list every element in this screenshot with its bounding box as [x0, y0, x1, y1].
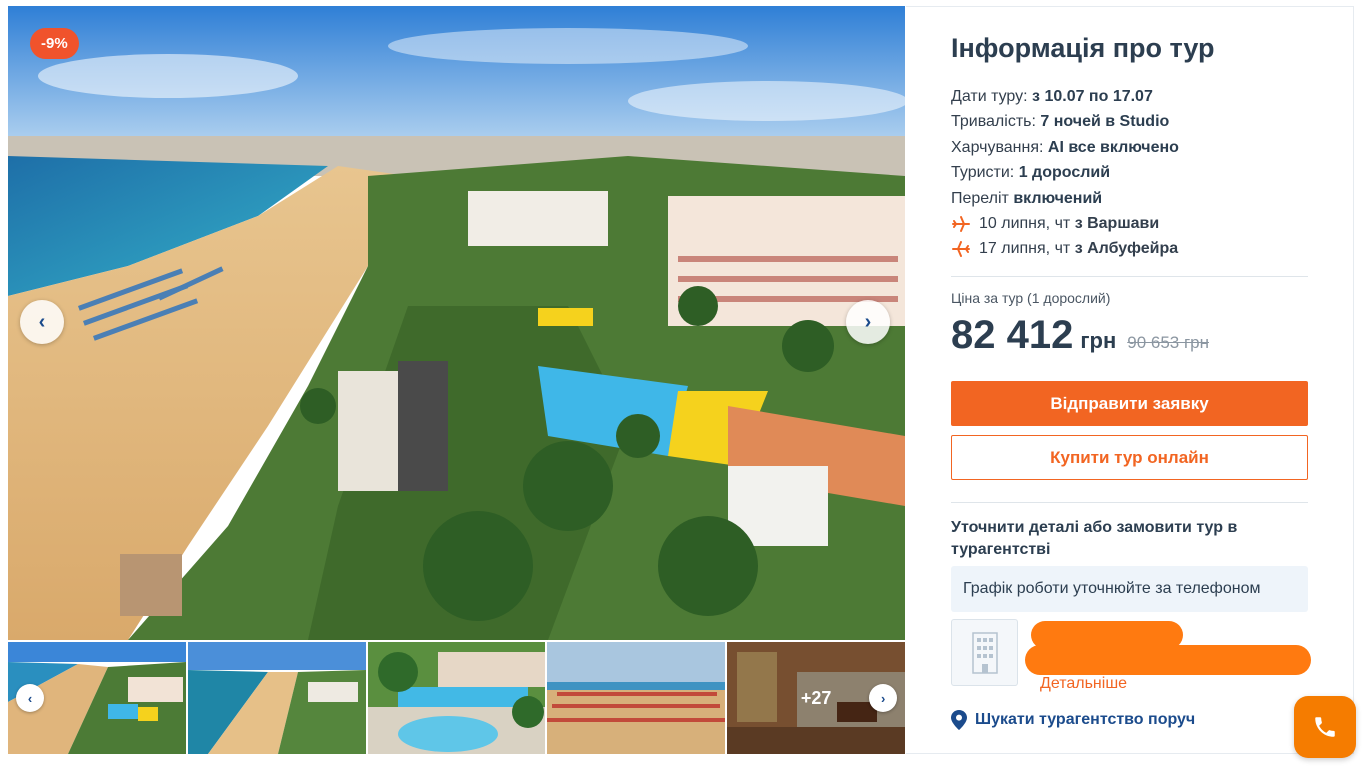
tour-facts: Дати туру: з 10.07 по 17.07 Тривалість: … [951, 84, 1308, 262]
thumbs-next-button[interactable]: › [869, 684, 898, 712]
call-button[interactable] [1294, 696, 1356, 758]
phone-icon [1315, 717, 1335, 737]
find-nearby-label: Шукати турагентство поруч [975, 711, 1196, 728]
discount-badge: -9% [30, 28, 79, 59]
price-old: 90 653 грн [1127, 333, 1209, 352]
buy-online-button[interactable]: Купити тур онлайн [951, 435, 1308, 480]
fact-label: Тривалість: [951, 113, 1036, 131]
fact-value: AI все включено [1047, 138, 1179, 156]
price-value: 82 412 [951, 313, 1074, 357]
agency-details-link[interactable]: Детальніше [1040, 675, 1127, 693]
send-request-button[interactable]: Відправити заявку [951, 381, 1308, 426]
thumbnail-more[interactable]: +27 › [727, 642, 905, 754]
agency-prompt: Уточнити деталі або замовити тур в тураг… [951, 519, 1238, 558]
price-currency: грн [1080, 328, 1117, 353]
price-caption: Ціна за тур (1 дорослий) [951, 290, 1111, 306]
divider [951, 502, 1308, 503]
chevron-left-icon: ‹ [27, 690, 33, 706]
agency-logo [951, 619, 1018, 686]
plane-departure-icon [952, 215, 970, 232]
flight-origin: з Варшави [1074, 215, 1160, 233]
flight-outbound: 10 липня, чт з Варшави [951, 211, 1308, 236]
chevron-right-icon: › [881, 690, 886, 706]
tour-info-panel: Інформація про тур Дати туру: з 10.07 по… [906, 6, 1354, 754]
fact-label: Переліт [951, 189, 1009, 207]
fact-tourists: Туристи: 1 дорослий [951, 160, 1308, 185]
flight-date: 10 липня, чт [979, 215, 1071, 233]
thumbnail-image [547, 642, 726, 754]
divider [951, 276, 1308, 277]
fact-value: 1 дорослий [1018, 164, 1111, 182]
fact-value: 7 ночей в Studio [1040, 113, 1170, 131]
hotel-photo [8, 6, 905, 640]
plane-return-icon [952, 241, 970, 258]
chevron-right-icon: › [864, 310, 872, 333]
fact-value: включений [1013, 189, 1103, 207]
thumbnail[interactable] [367, 642, 546, 754]
fact-value: з 10.07 по 17.07 [1032, 88, 1153, 105]
fact-label: Дати туру: [951, 88, 1028, 105]
thumbnail[interactable]: ‹ [8, 642, 186, 754]
photo-gallery: -9% ‹ › ‹ +27 › [8, 6, 905, 754]
thumbs-prev-button[interactable]: ‹ [16, 684, 44, 712]
fact-dates: Дати туру: з 10.07 по 17.07 [951, 84, 1308, 109]
thumbnail-strip: ‹ +27 › [8, 642, 905, 754]
fact-flight: Переліт включений [951, 186, 1308, 211]
find-nearby-agency-link[interactable]: Шукати турагентство поруч [951, 710, 1195, 730]
main-photo[interactable]: -9% ‹ › [8, 6, 905, 640]
thumbnail[interactable] [187, 642, 366, 754]
thumbnail-image [367, 642, 546, 754]
flight-origin: з Албуфейра [1074, 240, 1179, 258]
fact-duration: Тривалість: 7 ночей в Studio [951, 109, 1308, 134]
panel-title: Інформація про тур [951, 33, 1215, 63]
redacted-agency-address [1025, 645, 1311, 675]
gallery-next-button[interactable]: › [846, 300, 890, 344]
fact-meals: Харчування: AI все включено [951, 135, 1308, 160]
price-row: 82 412 грн 90 653 грн [951, 313, 1209, 358]
gallery-prev-button[interactable]: ‹ [20, 300, 64, 344]
flight-return: 17 липня, чт з Албуфейра [951, 236, 1308, 261]
flight-date: 17 липня, чт [979, 240, 1071, 258]
working-hours-note: Графік роботи уточнюйте за телефоном [951, 566, 1308, 612]
location-pin-icon [951, 710, 967, 730]
fact-label: Харчування: [951, 138, 1044, 156]
thumbnail-image [187, 642, 366, 754]
building-icon [971, 631, 998, 674]
thumbnail[interactable] [547, 642, 726, 754]
fact-label: Туристи: [951, 164, 1015, 182]
chevron-left-icon: ‹ [38, 310, 46, 333]
